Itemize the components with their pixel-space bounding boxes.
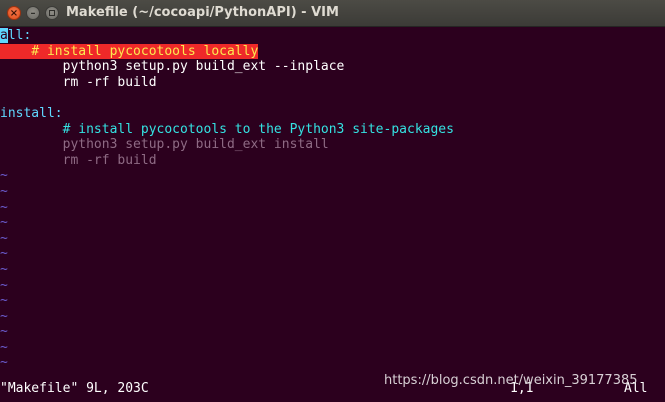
buffer-line-4[interactable]: rm -rf build bbox=[0, 75, 665, 91]
empty-line-tilde: ~ bbox=[0, 339, 8, 355]
buffer-line-8[interactable]: python3 setup.py build_ext install bbox=[0, 137, 665, 153]
comment-text: # install pycocotools to the Python3 sit… bbox=[0, 121, 454, 137]
command-text: python3 setup.py build_ext --inplace bbox=[0, 59, 345, 75]
target-label-all: ll: bbox=[7, 28, 32, 43]
watermark: https://blog.csdn.net/weixin_39177385 bbox=[384, 373, 638, 388]
bottom-strip bbox=[0, 397, 665, 402]
empty-line-tilde: ~ bbox=[0, 215, 8, 231]
empty-line-tilde: ~ bbox=[0, 246, 8, 262]
window-title: Makefile (~/cocoapi/PythonAPI) - VIM bbox=[66, 5, 339, 20]
buffer-line-5[interactable] bbox=[0, 90, 665, 106]
text-cursor: a bbox=[0, 28, 8, 43]
minimize-icon[interactable]: – bbox=[26, 6, 40, 20]
empty-line-tilde: ~ bbox=[0, 261, 8, 277]
maximize-icon[interactable] bbox=[45, 6, 59, 20]
empty-line-tilde: ~ bbox=[0, 308, 8, 324]
title-bar[interactable]: × – Makefile (~/cocoapi/PythonAPI) - VIM bbox=[0, 0, 665, 27]
buffer-line-3[interactable]: python3 setup.py build_ext --inplace bbox=[0, 59, 665, 75]
maximize-square bbox=[49, 10, 55, 16]
command-text: rm -rf build bbox=[0, 74, 157, 90]
buffer-line-6[interactable]: install: bbox=[0, 106, 665, 122]
empty-line-tilde: ~ bbox=[0, 168, 8, 184]
editor-buffer[interactable]: all: # install pycocotools locally pytho… bbox=[0, 28, 665, 381]
buffer-line-1[interactable]: all: bbox=[0, 28, 665, 44]
close-icon[interactable]: × bbox=[7, 6, 21, 20]
target-label-install: install: bbox=[0, 105, 63, 121]
buffer-line-9[interactable]: rm -rf build bbox=[0, 153, 665, 169]
file-info: "Makefile" 9L, 203C bbox=[0, 381, 149, 396]
search-highlight-line: # install pycocotools locally bbox=[0, 43, 259, 60]
empty-line-tilde: ~ bbox=[0, 199, 8, 215]
command-text: rm -rf build bbox=[0, 152, 157, 168]
empty-line-tilde: ~ bbox=[0, 324, 8, 340]
buffer-line-7[interactable]: # install pycocotools to the Python3 sit… bbox=[0, 122, 665, 138]
empty-line-tilde: ~ bbox=[0, 293, 8, 309]
empty-line-tilde: ~ bbox=[0, 230, 8, 246]
empty-line-tilde: ~ bbox=[0, 183, 8, 199]
command-text: python3 setup.py build_ext install bbox=[0, 137, 329, 153]
vim-window: × – Makefile (~/cocoapi/PythonAPI) - VIM… bbox=[0, 0, 665, 402]
empty-line-tilde: ~ bbox=[0, 355, 8, 371]
empty-line-tilde: ~ bbox=[0, 277, 8, 293]
buffer-line-2[interactable]: # install pycocotools locally bbox=[0, 43, 665, 60]
